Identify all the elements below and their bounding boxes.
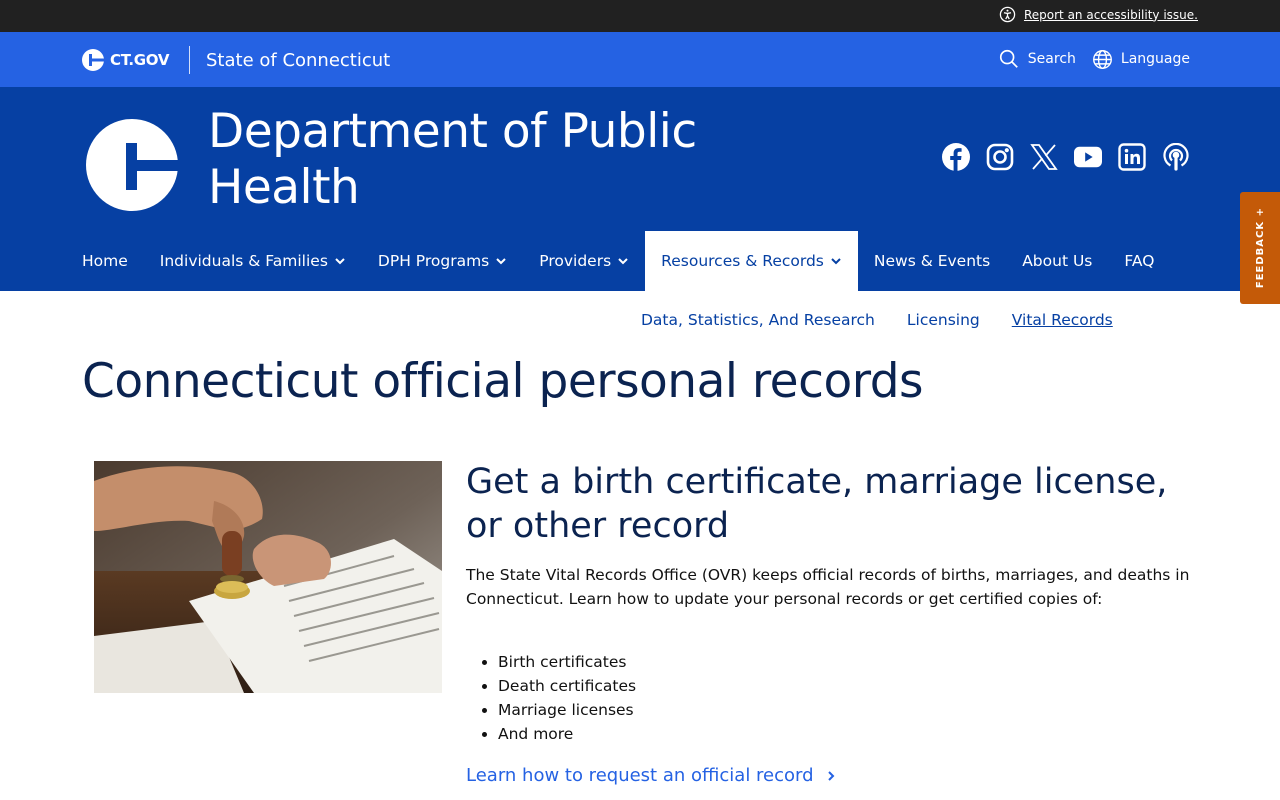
globe-icon <box>1092 49 1112 69</box>
ctgov-logo-text: CT.GOV <box>110 51 170 69</box>
records-card-title: Get a birth certificate, marriage licens… <box>466 462 1168 546</box>
request-record-link[interactable]: Learn how to request an official record <box>466 765 836 786</box>
nav-item-label: News & Events <box>873 252 991 270</box>
main-nav: Home Individuals & Families DPH Programs… <box>66 231 1170 291</box>
list-item: Birth certificates <box>498 650 636 674</box>
nav-item-about-us[interactable]: About Us <box>1006 231 1108 291</box>
chevron-down-icon <box>496 258 506 265</box>
page-title: Connecticut official personal records <box>82 354 924 409</box>
nav-item-label: FAQ <box>1124 252 1155 270</box>
state-of-connecticut-link[interactable]: State of Connecticut <box>206 50 390 71</box>
chevron-down-icon <box>335 258 345 265</box>
nav-item-home[interactable]: Home <box>66 231 144 291</box>
search-icon <box>999 49 1018 68</box>
facebook-icon[interactable] <box>942 143 970 171</box>
nav-item-providers[interactable]: Providers <box>523 231 645 291</box>
instagram-icon[interactable] <box>986 143 1014 171</box>
request-record-link-label: Learn how to request an official record <box>466 765 814 786</box>
dph-logo-icon[interactable] <box>86 119 178 211</box>
department-title-line1: Department of Public <box>208 104 697 159</box>
nav-item-label: Providers <box>539 252 612 270</box>
social-links <box>942 143 1190 171</box>
records-list: Birth certificates Death certificates Ma… <box>498 650 636 746</box>
nav-item-resources-records[interactable]: Resources & Records <box>645 231 858 291</box>
list-item: Death certificates <box>498 674 636 698</box>
ctgov-logo[interactable]: CT.GOV <box>82 49 169 71</box>
nav-item-faq[interactable]: FAQ <box>1108 231 1170 291</box>
accessibility-bar: Report an accessibility issue. <box>0 0 1280 32</box>
language-button[interactable]: Language <box>1092 48 1190 70</box>
podcast-icon[interactable] <box>1162 143 1190 171</box>
department-header: Department of Public Health Home Individ… <box>0 87 1280 291</box>
chevron-down-icon <box>831 258 841 265</box>
subnav-item-data-statistics[interactable]: Data, Statistics, And Research <box>641 311 875 329</box>
nav-item-news-events[interactable]: News & Events <box>858 231 1006 291</box>
linkedin-icon[interactable] <box>1118 143 1146 171</box>
list-item: Marriage licenses <box>498 698 636 722</box>
nav-item-individuals-families[interactable]: Individuals & Families <box>144 231 362 291</box>
chevron-down-icon <box>618 258 628 265</box>
accessibility-icon <box>999 6 1016 23</box>
x-icon[interactable] <box>1030 143 1058 171</box>
chevron-right-icon <box>827 770 834 781</box>
nav-item-dph-programs[interactable]: DPH Programs <box>362 231 523 291</box>
ctgov-divider <box>189 46 190 74</box>
search-label: Search <box>1027 51 1076 67</box>
records-card-description: The State Vital Records Office (OVR) kee… <box>466 566 1190 608</box>
accessibility-link[interactable]: Report an accessibility issue. <box>999 6 1198 23</box>
feedback-tab[interactable]: FEEDBACK + <box>1240 192 1280 304</box>
accessibility-label: Report an accessibility issue. <box>1023 7 1198 22</box>
nav-item-label: Resources & Records <box>661 252 824 270</box>
ctgov-bar: CT.GOV State of Connecticut Search Langu… <box>0 32 1280 87</box>
feedback-label: FEEDBACK + <box>1254 207 1266 289</box>
subnav-item-licensing[interactable]: Licensing <box>907 311 980 329</box>
nav-item-label: About Us <box>1022 252 1093 270</box>
youtube-icon[interactable] <box>1074 143 1102 171</box>
subnav-item-vital-records[interactable]: Vital Records <box>1012 311 1113 329</box>
language-label: Language <box>1120 51 1190 67</box>
ctgov-utility-links: Search Language <box>998 48 1190 70</box>
nav-item-label: DPH Programs <box>377 252 490 270</box>
stamp-document-image <box>94 461 442 693</box>
search-button[interactable]: Search <box>998 48 1076 70</box>
list-item: And more <box>498 722 636 746</box>
department-title-line2: Health <box>208 160 360 215</box>
nav-item-label: Home <box>82 252 128 270</box>
ct-logo-icon <box>82 49 104 71</box>
department-title[interactable]: Department of Public Health <box>208 104 697 216</box>
sub-nav: Data, Statistics, And Research Licensing… <box>641 311 1113 329</box>
nav-item-label: Individuals & Families <box>159 252 328 270</box>
